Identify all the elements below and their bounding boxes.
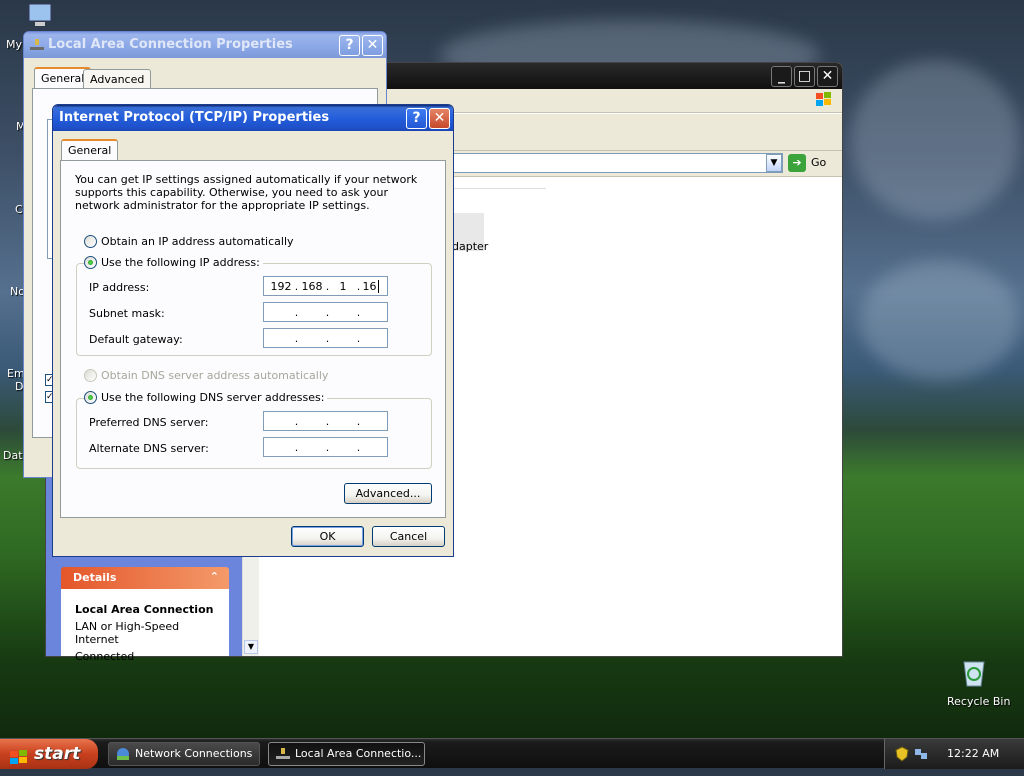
radio-circle-selected[interactable] [84,256,97,269]
task-label[interactable]: Local Area Connectio... [295,747,421,760]
start-button[interactable]: start [0,739,98,769]
radio-circle-disabled[interactable] [84,369,97,382]
preferred-dns-field[interactable]: ... [263,411,388,431]
task-local-area-connection[interactable]: Local Area Connectio... [268,742,425,766]
my-computer-icon[interactable] [22,2,56,30]
details-title: Details [73,571,117,584]
ip-address-field[interactable]: 192. 168. 1. 16 [263,276,388,296]
details-type: LAN or High-Speed Internet [75,620,180,646]
recycle-bin-label[interactable]: Recycle Bin [947,695,1010,708]
desktop-label-my[interactable]: My [6,38,22,51]
recycle-bin-icon[interactable] [958,656,990,688]
maximize-button[interactable]: □ [794,66,815,87]
subnet-mask-field[interactable]: ... [263,302,388,322]
cloud [850,60,1020,220]
alternate-dns-label: Alternate DNS server: [89,442,209,455]
task-label[interactable]: Network Connections [135,747,252,760]
ip-octet-4[interactable]: 16 [361,279,379,293]
tcpip-titlebar[interactable]: Internet Protocol (TCP/IP) Properties ? … [53,105,453,131]
ip-octet-3[interactable]: 1 [330,280,356,293]
details-name: Local Area Connection [75,603,214,616]
radio-use-following-dns[interactable]: Use the following DNS server addresses: [84,391,328,404]
close-button[interactable]: ✕ [429,108,450,129]
system-tray: 12:22 AM [884,739,1024,769]
details-header[interactable]: Details ⌃ [61,567,229,589]
adapter-label-fragment[interactable]: dapter [452,240,488,253]
tab-general[interactable]: General [61,139,119,161]
collapse-chevron-icon[interactable]: ⌃ [210,570,219,583]
taskbar: start Network Connections Local Area Con… [0,738,1024,769]
radio-obtain-ip-auto[interactable]: Obtain an IP address automatically [84,235,297,248]
radio-circle[interactable] [84,235,97,248]
cloud [860,260,1020,380]
dns-groupbox [76,398,432,469]
windows-flag-icon [10,746,28,776]
tcpip-properties-dialog: Internet Protocol (TCP/IP) Properties ? … [52,104,454,557]
tcpip-title: Internet Protocol (TCP/IP) Properties [59,110,330,125]
go-arrow-icon[interactable]: ➔ [788,154,806,172]
default-gateway-label: Default gateway: [89,333,183,346]
advanced-button[interactable]: Advanced... [344,483,432,504]
ok-button[interactable]: OK [291,526,364,547]
details-status: Connected [75,650,135,663]
radio-use-following-ip-label[interactable]: Use the following IP address: [101,256,260,269]
radio-obtain-ip-auto-label[interactable]: Obtain an IP address automatically [101,235,294,248]
details-body: Local Area Connection LAN or High-Speed … [61,589,229,663]
desktop-label-c[interactable]: C [15,203,23,216]
ip-address-label: IP address: [89,281,150,294]
windows-logo-icon [814,91,834,112]
close-button[interactable]: ✕ [817,66,838,87]
network-connections-icon [115,746,131,770]
go-label[interactable]: Go [811,156,826,169]
radio-use-following-dns-label[interactable]: Use the following DNS server addresses: [101,391,324,404]
tcpip-panel: You can get IP settings assigned automat… [60,160,446,518]
address-input[interactable] [441,153,783,173]
radio-circle-selected[interactable] [84,391,97,404]
start-label[interactable]: start [34,744,80,764]
lac-titlebar[interactable]: Local Area Connection Properties ? ✕ [24,32,386,58]
network-tray-icon[interactable] [913,746,929,765]
intro-text: You can get IP settings assigned automat… [75,173,418,212]
help-button[interactable]: ? [406,108,427,129]
minimize-button[interactable]: _ [771,66,792,87]
address-dropdown-button[interactable]: ▼ [766,154,782,172]
radio-use-following-ip[interactable]: Use the following IP address: [84,256,263,269]
task-network-connections[interactable]: Network Connections [108,742,260,766]
cancel-button[interactable]: Cancel [372,526,445,547]
lac-title: Local Area Connection Properties [48,37,293,52]
network-icon [29,37,45,57]
radio-obtain-dns-auto-label[interactable]: Obtain DNS server address automatically [101,369,328,382]
scroll-down-icon[interactable]: ▼ [244,640,258,654]
radio-obtain-dns-auto[interactable]: Obtain DNS server address automatically [84,369,332,382]
preferred-dns-label: Preferred DNS server: [89,416,209,429]
desktop-label-dat[interactable]: Dat [3,449,23,462]
subnet-mask-label: Subnet mask: [89,307,165,320]
security-shield-icon[interactable] [895,746,909,765]
tab-advanced[interactable]: Advanced [83,69,152,89]
ip-octet-2[interactable]: 168 [299,280,325,293]
help-button[interactable]: ? [339,35,360,56]
close-button[interactable]: ✕ [362,35,383,56]
network-icon [275,746,291,770]
default-gateway-field[interactable]: ... [263,328,388,348]
alternate-dns-field[interactable]: ... [263,437,388,457]
ip-octet-1[interactable]: 192 [268,280,294,293]
clock[interactable]: 12:22 AM [947,747,999,760]
